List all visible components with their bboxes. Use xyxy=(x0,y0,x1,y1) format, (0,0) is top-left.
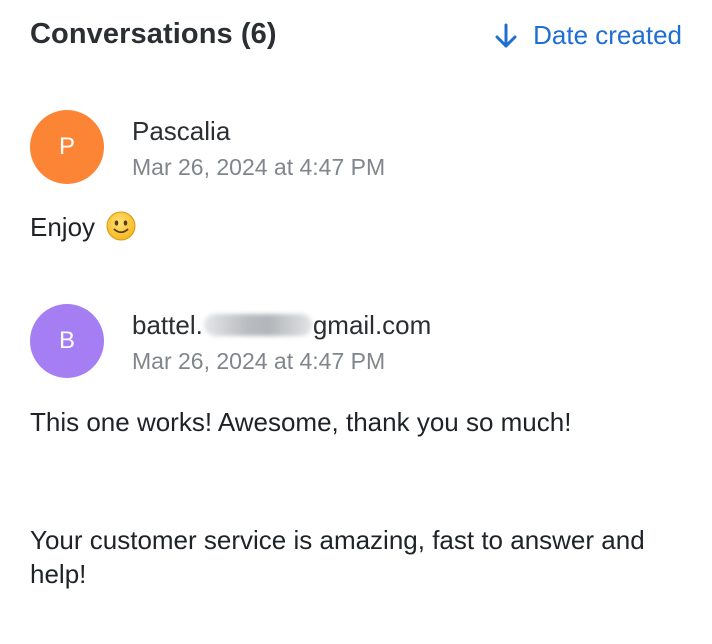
sender-name: Pascalia xyxy=(132,116,231,146)
avatar-letter: P xyxy=(58,133,75,160)
page-title: Conversations (6) xyxy=(30,18,277,50)
redacted-email-segment xyxy=(203,314,312,336)
slightly-smiling-face-icon xyxy=(106,211,136,241)
conversations-header: Conversations (6) Date created xyxy=(30,16,682,60)
message-header: B battel. gmail.com Mar 26, 2024 at 4:47 … xyxy=(30,304,682,384)
avatar: P xyxy=(30,110,104,184)
sender-email-prefix: battel. xyxy=(132,310,203,340)
message-timestamp: Mar 26, 2024 at 4:47 PM xyxy=(132,154,386,180)
sort-by-date-button[interactable]: Date created xyxy=(495,20,682,51)
avatar-letter: B xyxy=(58,327,75,354)
message-paragraph: Your customer service is amazing, fast t… xyxy=(30,525,645,589)
message-timestamp: Mar 26, 2024 at 4:47 PM xyxy=(132,348,386,374)
message-text: Enjoy xyxy=(30,212,96,242)
sort-label: Date created xyxy=(533,20,682,50)
sender-email-suffix: gmail.com xyxy=(312,310,432,340)
message-paragraph: This one works! Awesome, thank you so mu… xyxy=(30,407,572,437)
conversation-message: P Pascalia Mar 26, 2024 at 4:47 PM Enjoy xyxy=(30,110,682,244)
message-body: This one works! Awesome, thank you so mu… xyxy=(30,405,682,591)
sender-email: battel. gmail.com xyxy=(132,310,431,341)
message-body: Enjoy xyxy=(30,210,682,244)
message-header: P Pascalia Mar 26, 2024 at 4:47 PM xyxy=(30,110,682,190)
conversation-message: B battel. gmail.com Mar 26, 2024 at 4:47 … xyxy=(30,304,682,591)
avatar: B xyxy=(30,304,104,378)
arrow-down-icon xyxy=(495,23,517,47)
